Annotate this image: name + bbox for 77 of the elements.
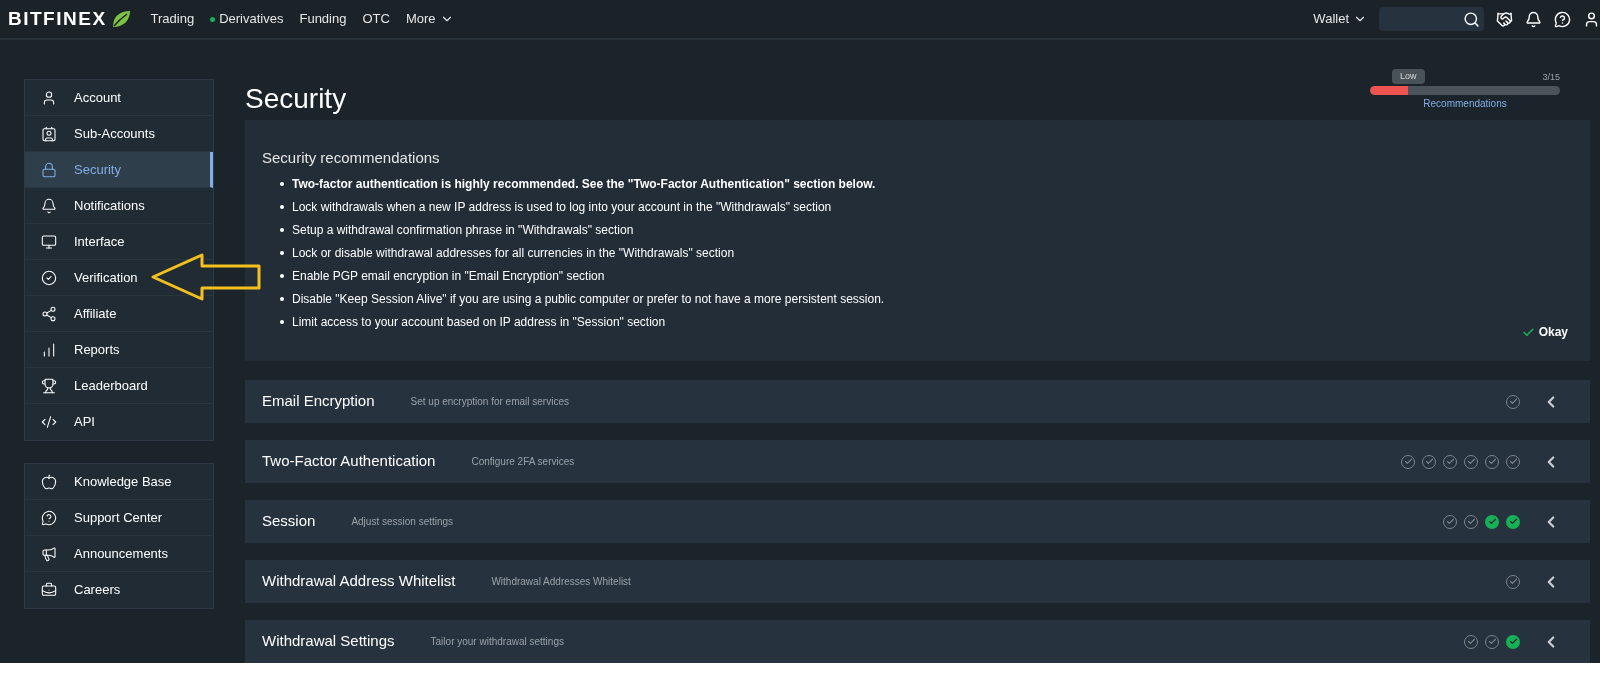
recommendation-text: Lock withdrawals when a new IP address is used to log into your account in the "Withdrawals" section: [292, 198, 832, 216]
nav-link[interactable]: OTC: [362, 9, 390, 29]
sidebar-item[interactable]: Account: [25, 80, 213, 116]
user-icon: [41, 89, 57, 106]
logo-text[interactable]: BITFINEX: [8, 4, 107, 34]
help-bubble-icon: [41, 509, 57, 526]
recommendation-text: Lock or disable withdrawal addresses for all currencies in the "Withdrawals" section: [292, 244, 735, 262]
recommendation-text: Setup a withdrawal confirmation phrase in "Withdrawals" section: [292, 221, 634, 239]
section-title: Two-Factor Authentication: [262, 451, 436, 472]
score-count: 3/15: [1542, 70, 1560, 84]
check-icon: [1521, 325, 1535, 339]
lock-icon: [41, 161, 57, 178]
section-title: Session: [262, 511, 316, 532]
bullet: [280, 296, 284, 301]
sidebar-item[interactable]: API: [25, 404, 213, 440]
sidebar-item[interactable]: Support Center: [25, 500, 213, 536]
bell-icon[interactable]: [1525, 10, 1542, 28]
wallet-dropdown[interactable]: Wallet: [1313, 9, 1367, 29]
search-field[interactable]: [1379, 7, 1484, 31]
sidebar-item[interactable]: Reports: [25, 332, 213, 368]
section-subtitle: Tailor your withdrawal settings: [430, 635, 564, 649]
bullet: [280, 319, 284, 324]
section-title: Email Encryption: [262, 391, 375, 412]
handshake-icon[interactable]: [1496, 10, 1513, 28]
sidebar-item[interactable]: Knowledge Base: [25, 464, 213, 500]
sidebar-item[interactable]: Announcements: [25, 536, 213, 572]
sidebar-item[interactable]: Verification: [25, 260, 213, 296]
nav-link[interactable]: Funding: [299, 9, 347, 29]
panel-title: Security recommendations: [262, 148, 441, 168]
monitor-icon: [41, 233, 57, 250]
section-subtitle: Withdrawal Addresses Whitelist: [491, 575, 631, 589]
level-tooltip: Low: [1392, 68, 1425, 84]
sidebar-item[interactable]: Notifications: [25, 188, 213, 224]
briefcase-icon: [41, 582, 57, 598]
section-title: Withdrawal Settings: [262, 631, 395, 652]
bullet: [280, 250, 284, 255]
search-icon: [1463, 10, 1480, 28]
nav-link[interactable]: More: [405, 9, 454, 29]
help-icon[interactable]: [1554, 10, 1571, 28]
apple-icon: [41, 473, 57, 490]
bullet: [280, 227, 284, 232]
nav-link[interactable]: Trading: [150, 9, 195, 29]
bell-icon: [41, 197, 57, 214]
bullet: [280, 181, 284, 186]
nodes-icon: [41, 305, 57, 322]
section-subtitle: Set up encryption for email services: [410, 395, 569, 409]
code-icon: [41, 414, 57, 430]
sidebar-item[interactable]: Security: [25, 152, 213, 188]
recommendation-text: Limit access to your account based on IP address in "Session" section: [292, 313, 666, 331]
bar-chart-icon: [41, 341, 57, 358]
trophy-icon: [41, 377, 57, 394]
settings-section[interactable]: Two-Factor Authentication Configure 2FA services: [245, 440, 1590, 483]
leaf-logo-icon: [110, 10, 131, 28]
recommendations-link[interactable]: Recommendations: [1423, 96, 1507, 111]
settings-section[interactable]: Withdrawal Address Whitelist Withdrawal Addresses Whitelist: [245, 560, 1590, 603]
recommendation-text: Disable "Keep Session Alive" if you are using a public computer or prefer to not have a more persistent session.: [292, 290, 885, 308]
section-subtitle: Configure 2FA services: [471, 455, 575, 469]
settings-section[interactable]: Email Encryption Set up encryption for email services: [245, 380, 1590, 423]
megaphone-icon: [41, 545, 57, 562]
section-subtitle: Adjust session settings: [351, 515, 454, 529]
settings-section[interactable]: Withdrawal Settings Tailor your withdrawal settings: [245, 620, 1590, 663]
recommendation-text: Two-factor authentication is highly recommended. See the "Two-Factor Authentication" section below.: [292, 175, 876, 193]
bullet: [280, 204, 284, 209]
bullet: [280, 273, 284, 278]
section-title: Withdrawal Address Whitelist: [262, 571, 456, 592]
recommendation-text: Enable PGP email encryption in "Email Encryption" section: [292, 267, 605, 285]
contact-card-icon: [41, 125, 57, 142]
sidebar-item[interactable]: Leaderboard: [25, 368, 213, 404]
settings-section[interactable]: Session Adjust session settings: [245, 500, 1590, 543]
page-title: Security: [245, 82, 347, 116]
okay-button[interactable]: Okay: [1521, 323, 1568, 341]
sidebar-item[interactable]: Careers: [25, 572, 213, 608]
nav-link[interactable]: Derivatives: [210, 9, 284, 29]
sidebar-item[interactable]: Interface: [25, 224, 213, 260]
check-circle-icon: [41, 269, 57, 286]
sidebar-item[interactable]: Affiliate: [25, 296, 213, 332]
user-icon[interactable]: [1583, 10, 1600, 28]
